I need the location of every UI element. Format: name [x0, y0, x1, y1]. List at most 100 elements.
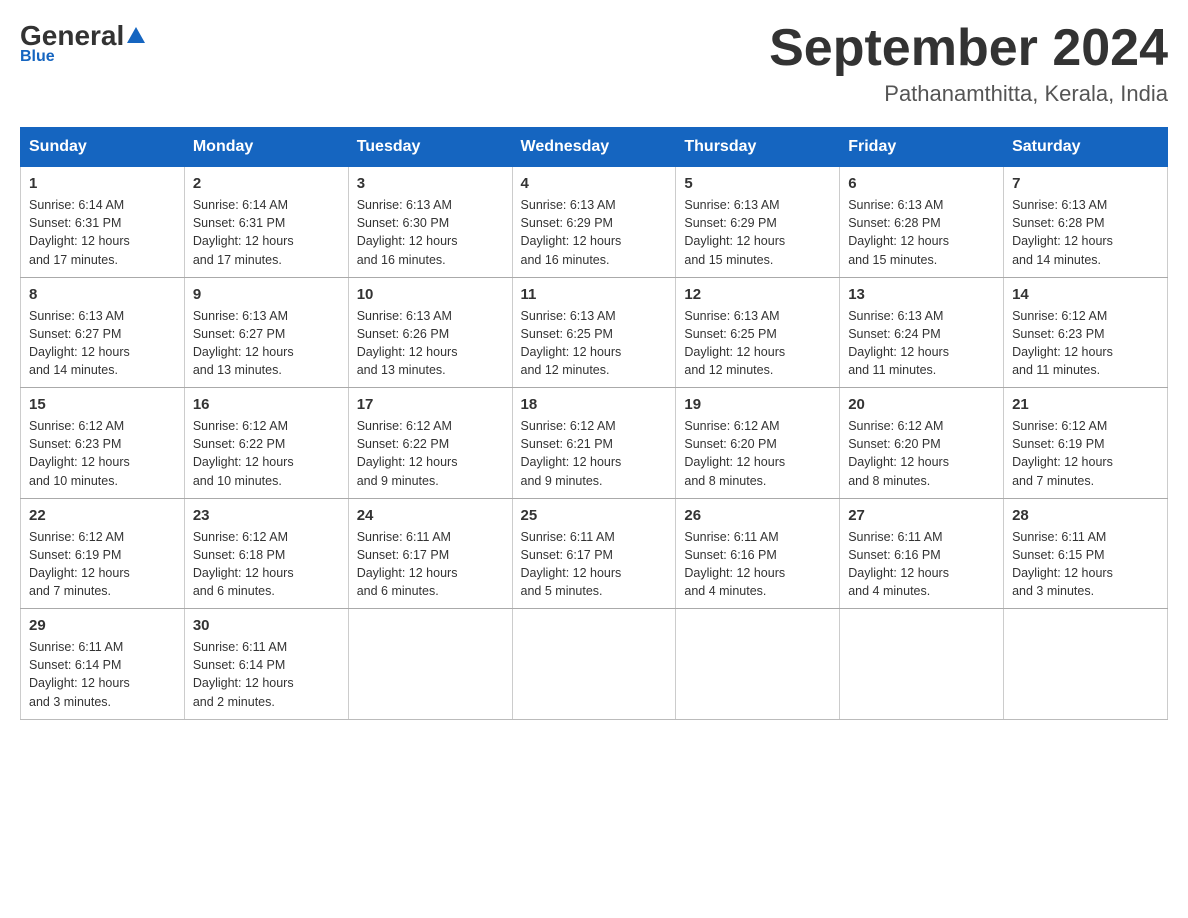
- month-title: September 2024: [769, 20, 1168, 77]
- empty-cell: [1004, 609, 1168, 720]
- daylight-label: Daylight: 12 hours: [521, 345, 622, 359]
- sunset-label: Sunset: 6:17 PM: [521, 548, 613, 562]
- daylight-minutes: and 14 minutes.: [1012, 253, 1101, 267]
- calendar-week-row-2: 8 Sunrise: 6:13 AM Sunset: 6:27 PM Dayli…: [21, 277, 1168, 388]
- calendar-day-5: 5 Sunrise: 6:13 AM Sunset: 6:29 PM Dayli…: [676, 167, 840, 278]
- calendar-day-14: 14 Sunrise: 6:12 AM Sunset: 6:23 PM Dayl…: [1004, 277, 1168, 388]
- weekday-header-thursday: Thursday: [676, 128, 840, 167]
- sunset-label: Sunset: 6:22 PM: [193, 437, 285, 451]
- calendar-day-17: 17 Sunrise: 6:12 AM Sunset: 6:22 PM Dayl…: [348, 388, 512, 499]
- daylight-minutes: and 6 minutes.: [357, 584, 439, 598]
- day-number: 7: [1012, 175, 1159, 192]
- day-info: Sunrise: 6:13 AM Sunset: 6:28 PM Dayligh…: [1012, 196, 1159, 269]
- daylight-minutes: and 10 minutes.: [29, 474, 118, 488]
- daylight-label: Daylight: 12 hours: [29, 345, 130, 359]
- sunrise-label: Sunrise: 6:13 AM: [1012, 198, 1107, 212]
- sunrise-label: Sunrise: 6:11 AM: [1012, 530, 1106, 544]
- daylight-minutes: and 6 minutes.: [193, 584, 275, 598]
- sunset-label: Sunset: 6:31 PM: [193, 216, 285, 230]
- page-header: General Blue September 2024 Pathanamthit…: [20, 20, 1168, 107]
- calendar-day-11: 11 Sunrise: 6:13 AM Sunset: 6:25 PM Dayl…: [512, 277, 676, 388]
- day-info: Sunrise: 6:12 AM Sunset: 6:22 PM Dayligh…: [193, 417, 340, 490]
- day-number: 20: [848, 396, 995, 413]
- day-info: Sunrise: 6:13 AM Sunset: 6:25 PM Dayligh…: [521, 307, 668, 380]
- sunset-label: Sunset: 6:30 PM: [357, 216, 449, 230]
- sunrise-label: Sunrise: 6:13 AM: [521, 309, 616, 323]
- daylight-minutes: and 12 minutes.: [684, 363, 773, 377]
- day-number: 22: [29, 507, 176, 524]
- sunset-label: Sunset: 6:29 PM: [521, 216, 613, 230]
- day-number: 5: [684, 175, 831, 192]
- day-number: 16: [193, 396, 340, 413]
- daylight-label: Daylight: 12 hours: [357, 234, 458, 248]
- calendar-week-row-3: 15 Sunrise: 6:12 AM Sunset: 6:23 PM Dayl…: [21, 388, 1168, 499]
- calendar-day-3: 3 Sunrise: 6:13 AM Sunset: 6:30 PM Dayli…: [348, 167, 512, 278]
- sunset-label: Sunset: 6:18 PM: [193, 548, 285, 562]
- daylight-label: Daylight: 12 hours: [521, 566, 622, 580]
- day-info: Sunrise: 6:12 AM Sunset: 6:20 PM Dayligh…: [848, 417, 995, 490]
- day-number: 12: [684, 286, 831, 303]
- day-number: 14: [1012, 286, 1159, 303]
- calendar-week-row-5: 29 Sunrise: 6:11 AM Sunset: 6:14 PM Dayl…: [21, 609, 1168, 720]
- empty-cell: [512, 609, 676, 720]
- empty-cell: [840, 609, 1004, 720]
- sunrise-label: Sunrise: 6:13 AM: [684, 198, 779, 212]
- calendar-day-1: 1 Sunrise: 6:14 AM Sunset: 6:31 PM Dayli…: [21, 167, 185, 278]
- day-info: Sunrise: 6:13 AM Sunset: 6:24 PM Dayligh…: [848, 307, 995, 380]
- day-number: 25: [521, 507, 668, 524]
- day-info: Sunrise: 6:12 AM Sunset: 6:23 PM Dayligh…: [29, 417, 176, 490]
- calendar-table: SundayMondayTuesdayWednesdayThursdayFrid…: [20, 127, 1168, 720]
- day-info: Sunrise: 6:11 AM Sunset: 6:14 PM Dayligh…: [29, 638, 176, 711]
- calendar-day-26: 26 Sunrise: 6:11 AM Sunset: 6:16 PM Dayl…: [676, 498, 840, 609]
- calendar-day-30: 30 Sunrise: 6:11 AM Sunset: 6:14 PM Dayl…: [184, 609, 348, 720]
- sunset-label: Sunset: 6:31 PM: [29, 216, 121, 230]
- daylight-label: Daylight: 12 hours: [848, 455, 949, 469]
- sunrise-label: Sunrise: 6:12 AM: [1012, 419, 1107, 433]
- daylight-label: Daylight: 12 hours: [684, 234, 785, 248]
- day-info: Sunrise: 6:13 AM Sunset: 6:27 PM Dayligh…: [29, 307, 176, 380]
- calendar-day-7: 7 Sunrise: 6:13 AM Sunset: 6:28 PM Dayli…: [1004, 167, 1168, 278]
- sunset-label: Sunset: 6:25 PM: [521, 327, 613, 341]
- day-number: 24: [357, 507, 504, 524]
- day-info: Sunrise: 6:13 AM Sunset: 6:26 PM Dayligh…: [357, 307, 504, 380]
- sunset-label: Sunset: 6:28 PM: [1012, 216, 1104, 230]
- daylight-label: Daylight: 12 hours: [684, 566, 785, 580]
- location-title: Pathanamthitta, Kerala, India: [769, 81, 1168, 107]
- sunrise-label: Sunrise: 6:13 AM: [29, 309, 124, 323]
- calendar-day-28: 28 Sunrise: 6:11 AM Sunset: 6:15 PM Dayl…: [1004, 498, 1168, 609]
- day-number: 30: [193, 617, 340, 634]
- logo-blue-text: Blue: [20, 48, 55, 66]
- sunset-label: Sunset: 6:17 PM: [357, 548, 449, 562]
- daylight-minutes: and 10 minutes.: [193, 474, 282, 488]
- day-number: 2: [193, 175, 340, 192]
- day-info: Sunrise: 6:14 AM Sunset: 6:31 PM Dayligh…: [29, 196, 176, 269]
- weekday-header-saturday: Saturday: [1004, 128, 1168, 167]
- calendar-day-25: 25 Sunrise: 6:11 AM Sunset: 6:17 PM Dayl…: [512, 498, 676, 609]
- day-info: Sunrise: 6:12 AM Sunset: 6:20 PM Dayligh…: [684, 417, 831, 490]
- day-info: Sunrise: 6:13 AM Sunset: 6:28 PM Dayligh…: [848, 196, 995, 269]
- daylight-label: Daylight: 12 hours: [193, 455, 294, 469]
- title-section: September 2024 Pathanamthitta, Kerala, I…: [769, 20, 1168, 107]
- day-number: 6: [848, 175, 995, 192]
- daylight-label: Daylight: 12 hours: [521, 455, 622, 469]
- sunset-label: Sunset: 6:16 PM: [684, 548, 776, 562]
- weekday-header-wednesday: Wednesday: [512, 128, 676, 167]
- sunset-label: Sunset: 6:27 PM: [193, 327, 285, 341]
- daylight-minutes: and 7 minutes.: [29, 584, 111, 598]
- daylight-label: Daylight: 12 hours: [848, 345, 949, 359]
- sunset-label: Sunset: 6:29 PM: [684, 216, 776, 230]
- sunrise-label: Sunrise: 6:12 AM: [193, 419, 288, 433]
- daylight-label: Daylight: 12 hours: [848, 234, 949, 248]
- sunrise-label: Sunrise: 6:13 AM: [193, 309, 288, 323]
- daylight-label: Daylight: 12 hours: [684, 455, 785, 469]
- sunrise-label: Sunrise: 6:13 AM: [848, 198, 943, 212]
- calendar-day-18: 18 Sunrise: 6:12 AM Sunset: 6:21 PM Dayl…: [512, 388, 676, 499]
- day-info: Sunrise: 6:13 AM Sunset: 6:27 PM Dayligh…: [193, 307, 340, 380]
- sunrise-label: Sunrise: 6:12 AM: [29, 530, 124, 544]
- weekday-header-tuesday: Tuesday: [348, 128, 512, 167]
- daylight-label: Daylight: 12 hours: [29, 234, 130, 248]
- daylight-minutes: and 11 minutes.: [848, 363, 936, 377]
- day-info: Sunrise: 6:13 AM Sunset: 6:29 PM Dayligh…: [684, 196, 831, 269]
- calendar-day-9: 9 Sunrise: 6:13 AM Sunset: 6:27 PM Dayli…: [184, 277, 348, 388]
- sunset-label: Sunset: 6:19 PM: [29, 548, 121, 562]
